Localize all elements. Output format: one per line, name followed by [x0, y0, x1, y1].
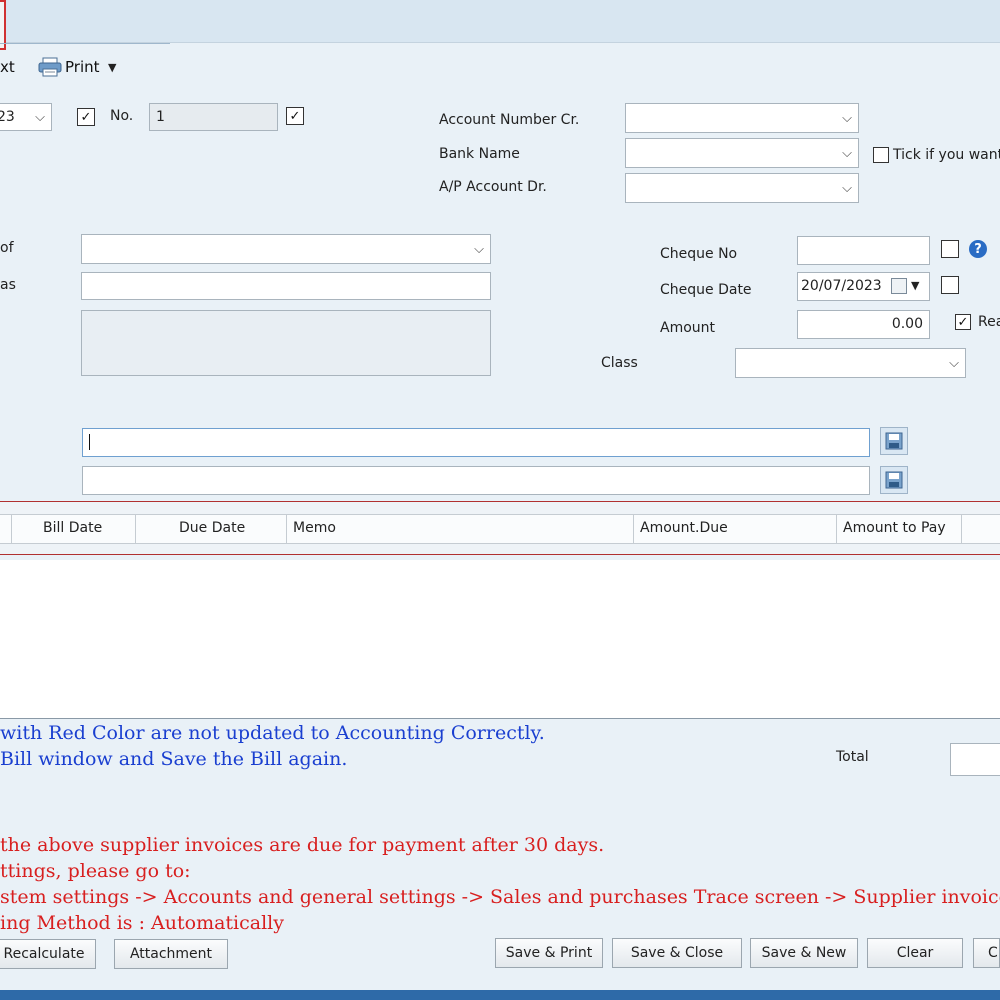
address-box: [81, 310, 491, 376]
class-label: Class: [601, 355, 638, 371]
class-select[interactable]: ⌵: [735, 348, 966, 378]
chevron-down-icon: ⌵: [949, 356, 959, 371]
cheque-date-checkbox[interactable]: [941, 276, 959, 294]
column-due-date[interactable]: Due Date: [136, 515, 287, 543]
toolbar-divider: [0, 43, 170, 44]
next-button-label[interactable]: xt: [0, 58, 15, 76]
print-button-label[interactable]: Print: [65, 58, 100, 76]
save-memo-icon[interactable]: [880, 427, 908, 455]
help-icon[interactable]: ?: [969, 240, 987, 258]
amount-value: 0.00: [891, 316, 923, 332]
total-label: Total: [836, 749, 869, 765]
number-value: 1: [156, 109, 165, 125]
date-value: 23: [0, 109, 15, 125]
rea-label: Rea: [978, 314, 1000, 330]
cheque-no-label: Cheque No: [660, 246, 738, 262]
info-message-line1: with Red Color are not updated to Accoun…: [0, 722, 545, 744]
close-button[interactable]: Cl: [973, 938, 1000, 968]
bank-name-label: Bank Name: [439, 146, 520, 162]
save-print-button[interactable]: Save & Print: [495, 938, 603, 968]
chevron-down-icon: ⌵: [842, 181, 852, 196]
chevron-down-icon: ⌵: [474, 242, 484, 257]
address-label: as: [0, 277, 16, 293]
info-message-line2: Bill window and Save the Bill again.: [0, 748, 348, 770]
name-field[interactable]: [81, 272, 491, 300]
chevron-down-icon: ⌵: [842, 146, 852, 161]
warning-message-line3: stem settings -> Accounts and general se…: [0, 886, 1000, 908]
column-amount-due[interactable]: Amount.Due: [634, 515, 837, 543]
ap-account-label: A/P Account Dr.: [439, 179, 547, 195]
chevron-down-icon: ⌵: [35, 110, 45, 125]
bank-name-select[interactable]: ⌵: [625, 138, 859, 168]
no-label: No.: [110, 108, 134, 124]
cheque-date-label: Cheque Date: [660, 282, 752, 298]
save-close-button[interactable]: Save & Close: [612, 938, 742, 968]
amount-label: Amount: [660, 320, 716, 336]
warning-message-line2: ttings, please go to:: [0, 860, 191, 882]
column-bill-date[interactable]: Bill Date: [12, 515, 136, 543]
grid-header-row: Bill Date Due Date Memo Amount.Due Amoun…: [0, 514, 1000, 544]
status-bar: [0, 990, 1000, 1000]
calendar-icon[interactable]: [891, 278, 907, 294]
memo-field[interactable]: [82, 428, 870, 457]
note-field[interactable]: [82, 466, 870, 495]
amount-field[interactable]: 0.00: [797, 310, 930, 339]
cheque-no-checkbox[interactable]: [941, 240, 959, 258]
rea-checkbox[interactable]: ✓: [955, 314, 971, 330]
attachment-button[interactable]: Attachment: [114, 939, 228, 969]
save-note-icon[interactable]: [880, 466, 908, 494]
cheque-date-picker[interactable]: 20/07/2023 ▼: [797, 272, 930, 301]
chevron-down-icon[interactable]: ▼: [911, 273, 919, 299]
tick-checkbox[interactable]: [873, 147, 889, 163]
printer-icon[interactable]: [38, 57, 62, 77]
date-checkbox[interactable]: ✓: [77, 108, 95, 126]
date-picker[interactable]: 23 ⌵: [0, 103, 52, 131]
supplier-select[interactable]: ⌵: [81, 234, 491, 264]
recalculate-button[interactable]: Recalculate: [0, 939, 96, 969]
cheque-date-value: 20/07/2023: [801, 278, 882, 294]
chevron-down-icon: ⌵: [842, 111, 852, 126]
text-cursor: [89, 434, 90, 450]
clear-button[interactable]: Clear: [867, 938, 963, 968]
cheque-no-field[interactable]: [797, 236, 930, 265]
total-field: [950, 743, 1000, 776]
account-number-select[interactable]: ⌵: [625, 103, 859, 133]
supplier-label: of: [0, 240, 14, 256]
column-memo[interactable]: Memo: [287, 515, 634, 543]
bills-grid-body[interactable]: [0, 560, 1000, 719]
number-checkbox[interactable]: ✓: [286, 107, 304, 125]
account-number-label: Account Number Cr.: [439, 112, 580, 128]
warning-message-line4: ing Method is : Automatically: [0, 912, 284, 934]
save-new-button[interactable]: Save & New: [750, 938, 858, 968]
bills-grid-header: Bill Date Due Date Memo Amount.Due Amoun…: [0, 501, 1000, 555]
column-selector: [0, 515, 12, 543]
title-bar: [0, 0, 1000, 43]
tick-label: Tick if you want: [893, 147, 1000, 163]
column-amount-to-pay[interactable]: Amount to Pay: [837, 515, 962, 543]
ap-account-select[interactable]: ⌵: [625, 173, 859, 203]
print-dropdown-icon[interactable]: ▼: [108, 61, 116, 74]
warning-message-line1: the above supplier invoices are due for …: [0, 834, 605, 856]
number-field[interactable]: 1: [149, 103, 278, 131]
